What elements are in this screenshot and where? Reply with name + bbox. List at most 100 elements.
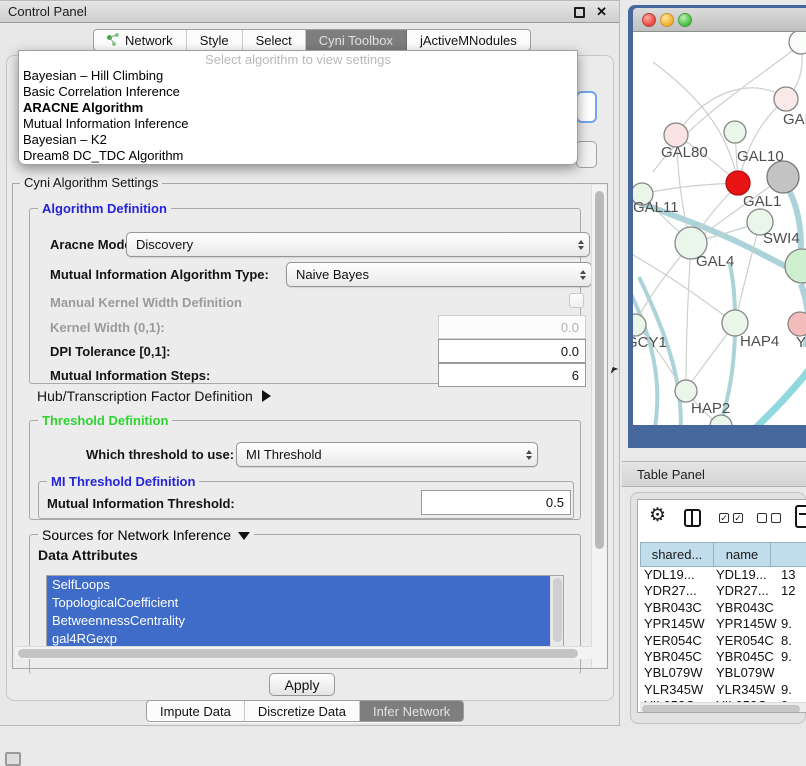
which-threshold-select[interactable]: MI Threshold xyxy=(236,442,538,467)
tab-label: Network xyxy=(125,33,173,48)
apply-button[interactable]: Apply xyxy=(269,673,335,696)
mi-threshold-label: Mutual Information Threshold: xyxy=(47,496,235,511)
table-row[interactable]: YDR27... YDR27... 12 xyxy=(638,583,806,600)
attribute-item[interactable]: BetweennessCentrality xyxy=(47,612,563,630)
dropdown-option[interactable]: Basic Correlation Inference xyxy=(19,84,577,100)
dropdown-option[interactable]: Dream8 DC_TDC Algorithm xyxy=(19,148,577,164)
network-node[interactable] xyxy=(726,171,750,195)
table-row[interactable]: YPR145WYPR145W9. xyxy=(638,616,806,633)
node-table: ⚙ ✓✓ shared... name YDL19...YDL19...13YD… xyxy=(637,499,806,713)
network-canvas[interactable]: GAL7GAL80GAL10GAL1GAL11GAL4SWI4GCY1HAP4Y… xyxy=(633,32,806,425)
close-traffic-light[interactable] xyxy=(642,13,656,27)
dropdown-option[interactable]: Bayesian – Hill Climbing xyxy=(19,68,577,84)
dropdown-option[interactable]: Mutual Information Inference xyxy=(19,116,577,132)
manual-kernel-width-checkbox[interactable] xyxy=(569,293,584,308)
split-columns-icon[interactable] xyxy=(684,509,701,527)
network-node[interactable] xyxy=(788,312,806,336)
table-cell: YDR27... xyxy=(644,583,697,598)
tab-cyni-toolbox[interactable]: Cyni Toolbox xyxy=(306,30,407,50)
attribute-item[interactable]: TopologicalCoefficient xyxy=(47,594,563,612)
dpi-tolerance-field[interactable]: 0.0 xyxy=(438,339,586,363)
column-header-shared[interactable]: shared... xyxy=(640,542,714,567)
tab-network[interactable]: Network xyxy=(94,30,187,50)
node-label: YJ xyxy=(796,334,806,351)
mi-algorithm-type-label: Mutual Information Algorithm Type: xyxy=(50,267,269,282)
table-cell: YDL19... xyxy=(716,567,767,582)
algorithm-definition-group: Algorithm Definition Aracne Mode: Discov… xyxy=(29,208,581,384)
deselect-all-columns-icon[interactable] xyxy=(757,513,781,523)
table-row[interactable]: YBR043CYBR043C xyxy=(638,600,806,617)
page-icon[interactable] xyxy=(795,505,806,528)
column-header-partial[interactable] xyxy=(770,542,806,567)
manual-kernel-width-label: Manual Kernel Width Definition xyxy=(50,295,242,310)
float-window-icon[interactable] xyxy=(574,7,585,18)
table-cell: YPR145W xyxy=(716,616,777,631)
node-label: GAL80 xyxy=(661,144,708,161)
dropdown-option[interactable]: ARACNE Algorithm xyxy=(19,100,577,116)
tab-style[interactable]: Style xyxy=(187,30,243,50)
collapsed-arrow-icon xyxy=(262,390,271,402)
dpi-tolerance-label: DPI Tolerance [0,1]: xyxy=(50,344,170,359)
table-cell: 8. xyxy=(781,633,792,648)
control-panel-titlebar: Control Panel ✕ xyxy=(0,1,619,23)
table-row[interactable]: YER054CYER054C8. xyxy=(638,633,806,650)
select-all-columns-icon[interactable]: ✓✓ xyxy=(719,513,743,523)
network-node[interactable] xyxy=(785,249,806,283)
table-cell: YBL079W xyxy=(644,665,703,680)
sources-title[interactable]: Sources for Network Inference xyxy=(38,527,254,543)
stepper-arrows-icon xyxy=(580,263,586,286)
network-node[interactable] xyxy=(767,161,799,193)
attributes-scrollbar[interactable] xyxy=(550,576,563,646)
table-cell: YBR045C xyxy=(716,649,774,664)
mi-threshold-definition-group: MI Threshold Definition Mutual Informati… xyxy=(38,481,574,519)
data-attributes-list[interactable]: SelfLoopsTopologicalCoefficientBetweenne… xyxy=(46,575,564,647)
expanded-arrow-icon xyxy=(238,532,250,540)
inference-algorithm-combo-fragment[interactable] xyxy=(576,91,597,123)
minimize-traffic-light[interactable] xyxy=(660,13,674,27)
mi-steps-field[interactable]: 6 xyxy=(438,363,586,387)
dropdown-placeholder: Select algorithm to view settings xyxy=(19,51,577,68)
table-horizontal-scrollbar[interactable] xyxy=(640,702,806,713)
tab-impute-data[interactable]: Impute Data xyxy=(147,701,245,721)
aracne-mode-select[interactable]: Discovery xyxy=(126,232,590,257)
mi-threshold-field[interactable]: 0.5 xyxy=(421,490,571,515)
control-panel-tabs: Network Style Select Cyni Toolbox jActiv… xyxy=(93,29,531,51)
table-row[interactable]: YBR045CYBR045C9. xyxy=(638,649,806,666)
node-label: GCY1 xyxy=(633,334,667,351)
gear-icon[interactable]: ⚙ xyxy=(649,506,666,526)
zoom-traffic-light[interactable] xyxy=(678,13,692,27)
mi-algorithm-type-select[interactable]: Naive Bayes xyxy=(286,262,592,287)
settings-horizontal-scrollbar[interactable] xyxy=(15,646,592,659)
close-icon[interactable]: ✕ xyxy=(596,4,607,20)
attribute-item[interactable]: gal4RGexp xyxy=(47,630,563,647)
node-label: GAL4 xyxy=(696,253,734,270)
tab-infer-network[interactable]: Infer Network xyxy=(360,701,463,721)
network-node[interactable] xyxy=(633,314,646,336)
table-row[interactable]: YLR345WYLR345W9. xyxy=(638,682,806,699)
tab-discretize-data[interactable]: Discretize Data xyxy=(245,701,360,721)
table-panel-title: Table Panel xyxy=(637,467,705,482)
table-cell: 12 xyxy=(781,583,795,598)
tab-jactivemnodules[interactable]: jActiveMNodules xyxy=(407,30,530,50)
algorithm-dropdown-list[interactable]: Select algorithm to view settings Bayesi… xyxy=(18,50,578,165)
node-label: SWI4 xyxy=(763,230,800,247)
attribute-item[interactable]: SelfLoops xyxy=(47,576,563,594)
network-node[interactable] xyxy=(724,121,746,143)
table-cell: YLR345W xyxy=(716,682,775,697)
table-row[interactable]: YDL19...YDL19...13 xyxy=(638,567,806,584)
column-header-name[interactable]: name xyxy=(713,542,771,567)
network-selector-combo-fragment[interactable] xyxy=(576,141,597,168)
table-cell: YDR27... xyxy=(716,583,769,598)
kernel-width-field[interactable]: 0.0 xyxy=(438,315,586,339)
tab-select[interactable]: Select xyxy=(243,30,306,50)
table-row[interactable]: YBL079WYBL079W xyxy=(638,665,806,682)
network-node[interactable] xyxy=(774,87,798,111)
network-node[interactable] xyxy=(675,380,697,402)
mi-steps-label: Mutual Information Steps: xyxy=(50,368,210,383)
settings-vertical-scrollbar[interactable] xyxy=(591,185,606,667)
hub-transcription-factor-section[interactable]: Hub/Transcription Factor Definition xyxy=(37,388,271,404)
node-label: HAP2 xyxy=(691,400,730,417)
settings-group-title: Cyni Algorithm Settings xyxy=(20,175,162,190)
node-label: GAL10 xyxy=(737,148,784,165)
dropdown-option[interactable]: Bayesian – K2 xyxy=(19,132,577,148)
